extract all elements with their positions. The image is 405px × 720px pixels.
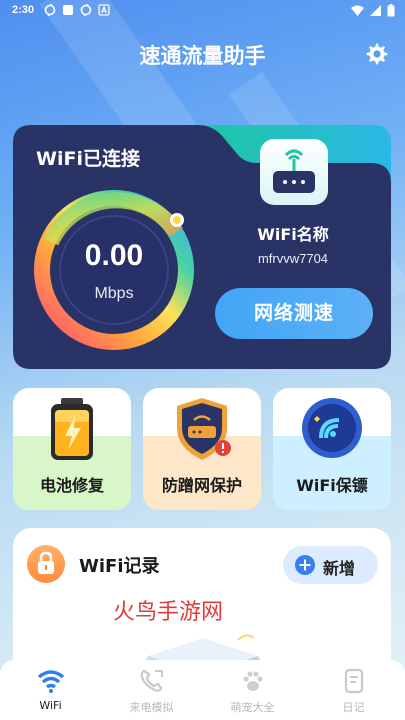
wifi-connected-title: WiFi已连接	[36, 148, 140, 170]
speed-test-button[interactable]: 网络测速	[215, 288, 373, 339]
router-shield-icon	[177, 398, 231, 460]
square-notification-icon	[63, 5, 73, 15]
wifi-icon	[37, 670, 65, 693]
phone-icon	[140, 669, 163, 692]
sync-icon	[44, 4, 56, 16]
speed-unit: Mbps	[94, 285, 134, 302]
speed-value: 0.00	[84, 239, 144, 272]
tab-label: 萌宠大全	[230, 701, 275, 714]
text-notification-icon	[98, 4, 110, 16]
tab-call-simulator[interactable]: 来电模拟	[101, 660, 202, 720]
wifi-signal-icon	[351, 5, 364, 16]
lock-badge	[27, 545, 65, 583]
tab-label: 来电模拟	[129, 701, 174, 714]
status-time: 2:30	[12, 4, 35, 16]
gear-icon[interactable]	[365, 42, 389, 66]
status-bar: 2:30	[0, 0, 405, 22]
tab-label: 日记	[342, 701, 365, 714]
feature-battery-repair[interactable]: 电池修复	[13, 388, 131, 510]
battery-icon	[51, 398, 93, 460]
paw-icon	[243, 671, 263, 691]
feature-label: WiFi保镖	[296, 476, 368, 495]
bottom-tab-bar: WiFi 来电模拟 萌宠大全 日记	[0, 660, 405, 720]
notebook-icon	[344, 668, 364, 694]
sync-icon	[80, 4, 92, 16]
status-right	[351, 4, 395, 17]
feature-label: 电池修复	[39, 476, 104, 495]
plus-icon	[295, 555, 315, 575]
tab-diary[interactable]: 日记	[303, 660, 404, 720]
tab-wifi[interactable]: WiFi	[0, 660, 101, 720]
wifi-status-card: WiFi已连接 0.00 Mbps WiFi名称 mfrvvw7704 网络测速	[13, 125, 391, 369]
tab-label: WiFi	[39, 699, 62, 712]
battery-status-icon	[387, 4, 395, 17]
tab-pets[interactable]: 萌宠大全	[202, 660, 303, 720]
feature-wifi-guard[interactable]: WiFi保镖	[273, 388, 391, 510]
watermark-text: 火鸟手游网	[113, 600, 224, 625]
lock-icon	[38, 551, 54, 574]
add-record-label: 新增	[323, 559, 356, 578]
page-title: 速通流量助手	[139, 44, 266, 68]
wifi-name-label: WiFi名称	[257, 225, 329, 244]
router-icon	[273, 149, 315, 193]
add-record-button[interactable]: 新增	[283, 546, 378, 584]
wifi-ssid: mfrvvw7704	[257, 251, 329, 266]
feature-anti-freeloading[interactable]: 防蹭网保护	[143, 388, 261, 510]
wifi-badge-icon	[302, 398, 362, 458]
cell-signal-icon	[370, 5, 381, 16]
feature-label: 防蹭网保护	[161, 476, 242, 495]
router-tile	[260, 139, 328, 205]
records-title: WiFi记录	[79, 556, 160, 577]
